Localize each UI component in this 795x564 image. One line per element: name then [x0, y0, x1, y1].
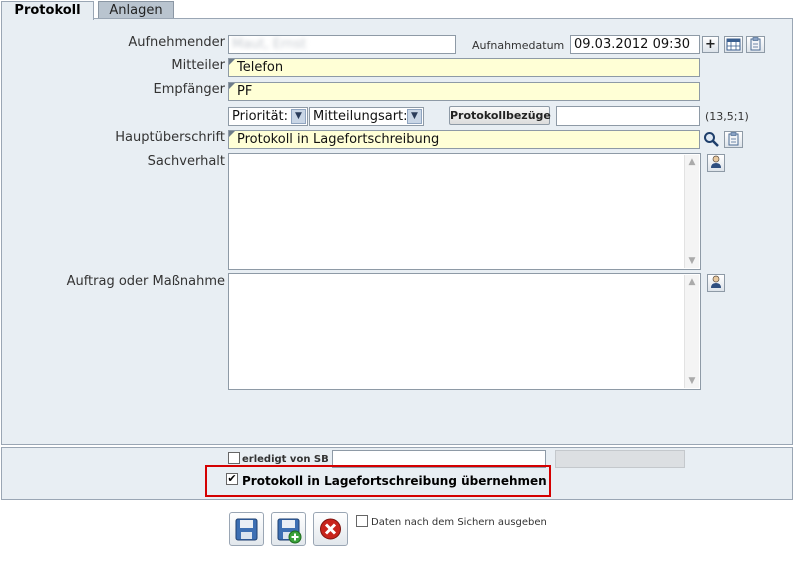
uebernehmen-label: Protokoll in Lagefortschreibung übernehm…: [242, 474, 547, 488]
empfaenger-label: Empfänger: [153, 82, 225, 97]
tab-protokoll[interactable]: Protokoll: [1, 1, 94, 20]
erledigt-date-display: [555, 450, 685, 468]
prioritaet-value: Priorität:: [232, 109, 289, 124]
aufnehmender-label: Aufnehmender: [128, 35, 225, 50]
daten-ausgeben-checkbox[interactable]: [356, 515, 368, 527]
sachverhalt-textarea[interactable]: ▲ ▼: [228, 153, 701, 270]
hauptueberschrift-label: Hauptüberschrift: [115, 130, 225, 145]
empfaenger-field[interactable]: PF: [228, 82, 700, 101]
mitteiler-field[interactable]: Telefon: [228, 58, 700, 77]
mitteilungsart-value: Mitteilungsart:: [313, 109, 408, 124]
save-new-icon: [277, 518, 302, 544]
plus-icon[interactable]: +: [702, 36, 719, 53]
chevron-down-icon: ▼: [407, 109, 422, 124]
mitteilungsart-select[interactable]: Mitteilungsart: ▼: [309, 107, 424, 126]
chevron-down-icon: ▼: [291, 109, 306, 124]
auftrag-textarea[interactable]: ▲ ▼: [228, 273, 701, 390]
daten-ausgeben-label: Daten nach dem Sichern ausgeben: [371, 517, 547, 528]
cancel-button[interactable]: [313, 512, 348, 546]
calendar-icon[interactable]: [724, 36, 743, 53]
aufnahmedatum-field[interactable]: 09.03.2012 09:30: [570, 35, 700, 54]
erledigt-label: erledigt von SB: [242, 454, 329, 465]
sachverhalt-label: Sachverhalt: [147, 154, 225, 169]
cancel-icon: [320, 518, 341, 540]
uebernehmen-checkbox[interactable]: ✔: [226, 473, 238, 485]
search-icon[interactable]: [702, 131, 719, 148]
protokollbezuege-button[interactable]: Protokollbezüge: [449, 106, 551, 125]
clipboard-icon[interactable]: [746, 36, 765, 53]
person-icon[interactable]: [707, 154, 725, 172]
auftrag-label: Auftrag oder Maßnahme: [66, 274, 225, 289]
save-new-button[interactable]: [271, 512, 306, 546]
scrollbar[interactable]: ▲ ▼: [684, 155, 699, 268]
clipboard-icon[interactable]: [724, 131, 743, 148]
person-icon[interactable]: [707, 274, 725, 292]
erledigt-checkbox[interactable]: [228, 452, 240, 464]
tab-anlagen[interactable]: Anlagen: [98, 1, 174, 19]
mitteiler-label: Mitteiler: [171, 58, 225, 73]
save-icon: [235, 518, 258, 541]
protokollbezuege-field[interactable]: [556, 106, 700, 126]
protokollbezuege-code: (13,5;1): [705, 110, 749, 123]
save-button[interactable]: [229, 512, 264, 546]
aufnehmender-value: Maut, Ernst: [232, 37, 307, 52]
scrollbar[interactable]: ▲ ▼: [684, 275, 699, 388]
prioritaet-select[interactable]: Priorität: ▼: [228, 107, 308, 126]
aufnahmedatum-label: Aufnahmedatum: [472, 39, 565, 52]
aufnehmender-field[interactable]: Maut, Ernst: [228, 35, 456, 54]
hauptueberschrift-field[interactable]: Protokoll in Lagefortschreibung: [228, 130, 700, 149]
